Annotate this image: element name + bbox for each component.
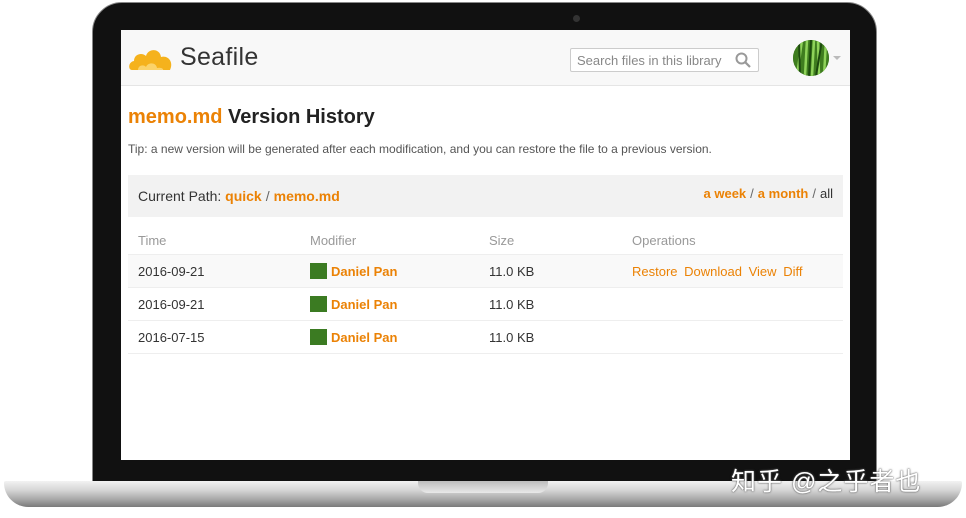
modifier-link[interactable]: Daniel Pan bbox=[331, 297, 397, 312]
path-link-quick[interactable]: quick bbox=[225, 188, 262, 204]
table-row[interactable]: 2016-07-15 Daniel Pan 11.0 KB bbox=[128, 320, 843, 354]
cell-size: 11.0 KB bbox=[479, 254, 622, 288]
logo-text: Seafile bbox=[180, 42, 259, 71]
filter-separator: / bbox=[750, 186, 754, 201]
search-icon[interactable] bbox=[735, 52, 751, 68]
seafile-logo[interactable]: Seafile bbox=[128, 39, 259, 75]
header-operations: Operations bbox=[622, 226, 843, 255]
cloud-logo-icon bbox=[129, 50, 172, 70]
table-row[interactable]: 2016-09-21 Daniel Pan 11.0 KB bbox=[128, 287, 843, 321]
cell-time: 2016-09-21 bbox=[128, 287, 300, 321]
cell-modifier: Daniel Pan bbox=[300, 287, 479, 321]
camera-icon bbox=[573, 15, 580, 22]
table-row[interactable]: 2016-09-21 Daniel Pan 11.0 KB Restore Do… bbox=[128, 254, 843, 288]
cell-operations bbox=[622, 320, 843, 354]
path-label: Current Path: bbox=[138, 188, 222, 204]
view-link[interactable]: View bbox=[749, 264, 777, 279]
filter-month[interactable]: a month bbox=[758, 186, 809, 201]
table-header-row: Time Modifier Size Operations bbox=[128, 226, 843, 255]
path-link-file[interactable]: memo.md bbox=[274, 188, 340, 204]
breadcrumb: Current Path: quick / memo.md bbox=[138, 188, 340, 204]
tip-text: Tip: a new version will be generated aft… bbox=[128, 142, 712, 156]
user-avatar-icon bbox=[310, 329, 327, 345]
user-avatar-icon bbox=[310, 296, 327, 312]
cell-modifier: Daniel Pan bbox=[300, 254, 479, 288]
search-box[interactable] bbox=[570, 48, 759, 72]
filter-all[interactable]: all bbox=[820, 186, 833, 201]
download-link[interactable]: Download bbox=[684, 264, 742, 279]
cell-size: 11.0 KB bbox=[479, 320, 622, 354]
watermark-text: 知乎 @之乎者也 bbox=[731, 468, 922, 496]
version-table: Time Modifier Size Operations 2016-09-21… bbox=[128, 226, 843, 354]
diff-link[interactable]: Diff bbox=[783, 264, 802, 279]
cell-operations: Restore Download View Diff bbox=[622, 254, 843, 288]
search-input[interactable] bbox=[571, 49, 743, 71]
header-time: Time bbox=[128, 226, 300, 255]
browser-screen: Seafile memo.md Version History Tip: a n… bbox=[121, 30, 850, 460]
chevron-down-icon[interactable] bbox=[833, 56, 841, 60]
user-avatar-icon bbox=[310, 263, 327, 279]
cell-size: 11.0 KB bbox=[479, 287, 622, 321]
time-filters: a week / a month / all bbox=[704, 186, 833, 201]
user-avatar[interactable] bbox=[793, 40, 829, 76]
avatar-image bbox=[793, 40, 829, 76]
title-suffix: Version History bbox=[222, 106, 375, 128]
title-filename: memo.md bbox=[128, 106, 223, 128]
filter-week[interactable]: a week bbox=[704, 186, 747, 201]
top-header: Seafile bbox=[121, 30, 850, 86]
cell-time: 2016-07-15 bbox=[128, 320, 300, 354]
modifier-link[interactable]: Daniel Pan bbox=[331, 330, 397, 345]
modifier-link[interactable]: Daniel Pan bbox=[331, 264, 397, 279]
restore-link[interactable]: Restore bbox=[632, 264, 678, 279]
cell-operations bbox=[622, 287, 843, 321]
path-bar: Current Path: quick / memo.md a week / a mon… bbox=[128, 175, 843, 217]
cell-modifier: Daniel Pan bbox=[300, 320, 479, 354]
laptop-notch bbox=[418, 481, 548, 493]
header-size: Size bbox=[479, 226, 622, 255]
cell-time: 2016-09-21 bbox=[128, 254, 300, 288]
filter-separator: / bbox=[812, 186, 816, 201]
path-separator: / bbox=[265, 188, 270, 204]
page-title: memo.md Version History bbox=[128, 106, 375, 129]
header-modifier: Modifier bbox=[300, 226, 479, 255]
